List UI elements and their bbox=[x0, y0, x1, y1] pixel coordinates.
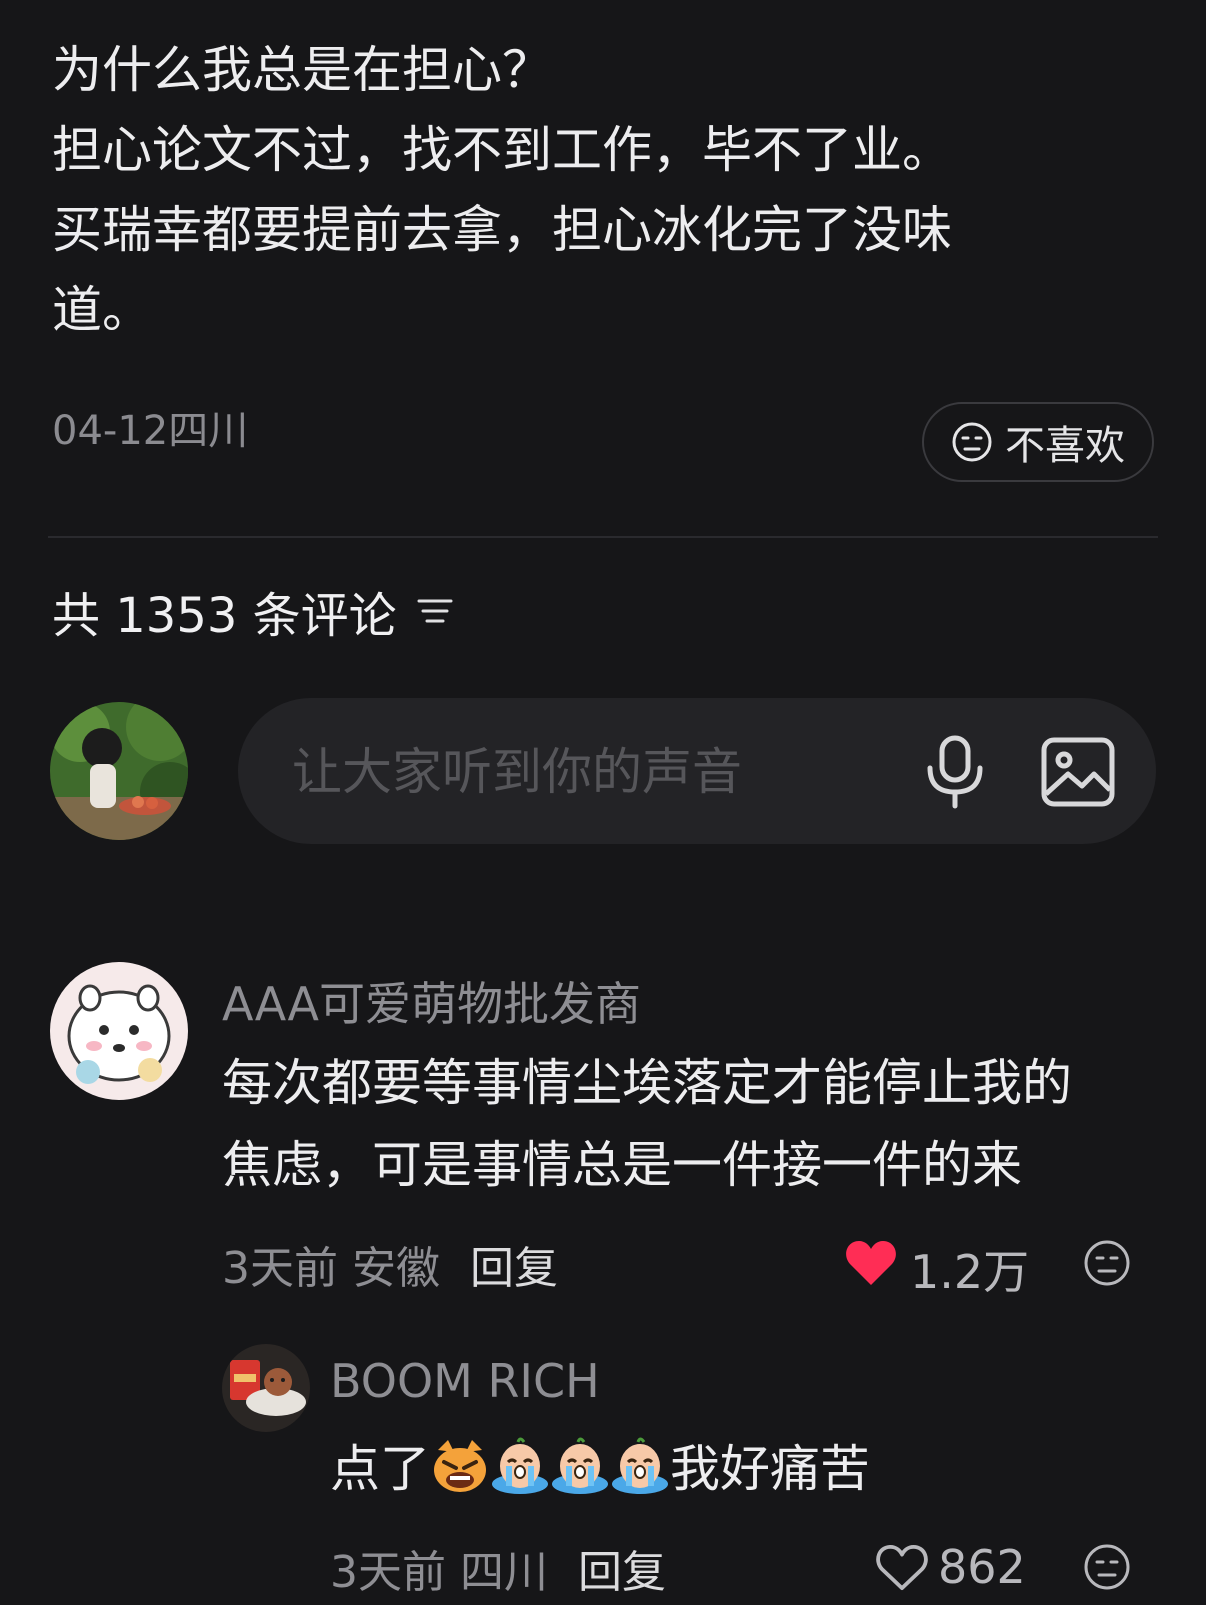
comments-header: 共 1353 条评论 bbox=[52, 576, 455, 646]
reply-meta: 3天前 四川 回复 bbox=[330, 1536, 666, 1600]
commenter-avatar[interactable] bbox=[50, 962, 188, 1100]
dislike-label: 不喜欢 bbox=[1005, 423, 1125, 469]
post-date-location: 04-12四川 bbox=[52, 408, 249, 454]
reply-button[interactable]: 回复 bbox=[578, 1547, 666, 1598]
post-text-line: 买瑞幸都要提前去拿，担心冰化完了没味 bbox=[52, 201, 952, 259]
commenter-username[interactable]: AAA可爱萌物批发商 bbox=[222, 968, 641, 1034]
reply-like-count: 862 bbox=[938, 1540, 1026, 1594]
reply-button[interactable]: 回复 bbox=[470, 1243, 558, 1294]
reply-username[interactable]: BOOM RICH bbox=[330, 1354, 600, 1408]
comment-text-line: 每次都要等事情尘埃落定才能停止我的 bbox=[222, 1054, 1072, 1112]
crying-emoji-icon bbox=[612, 1437, 668, 1494]
heart-outline-icon[interactable] bbox=[876, 1544, 928, 1592]
comment-composer bbox=[238, 698, 1156, 846]
angry-cat-emoji-icon bbox=[434, 1440, 486, 1492]
reply-avatar[interactable] bbox=[222, 1344, 310, 1432]
heart-filled-icon[interactable] bbox=[844, 1238, 898, 1288]
divider bbox=[48, 536, 1158, 538]
neutral-face-icon[interactable] bbox=[1082, 1238, 1132, 1288]
image-upload-icon[interactable] bbox=[1040, 734, 1116, 810]
crying-emoji-icon bbox=[492, 1437, 548, 1494]
reply-time-location: 3天前 四川 bbox=[330, 1547, 548, 1598]
post-text-line: 道。 bbox=[52, 281, 152, 339]
comment-count: 共 1353 条评论 bbox=[52, 588, 397, 644]
neutral-face-icon[interactable] bbox=[1082, 1542, 1132, 1592]
current-user-avatar[interactable] bbox=[50, 702, 188, 840]
neutral-face-icon bbox=[952, 422, 992, 462]
crying-emoji-icon bbox=[552, 1437, 608, 1494]
reply-text-prefix: 点了 bbox=[330, 1440, 430, 1498]
post-text-line: 为什么我总是在担心？ bbox=[52, 41, 552, 99]
dislike-button[interactable]: 不喜欢 bbox=[922, 402, 1154, 482]
reply-text: 点了 我好痛苦 bbox=[330, 1428, 870, 1510]
like-count: 1.2万 bbox=[910, 1245, 1030, 1299]
comment-input[interactable] bbox=[290, 698, 854, 846]
post-body: 为什么我总是在担心？ 担心论文不过，找不到工作，毕不了业。 买瑞幸都要提前去拿，… bbox=[52, 30, 1162, 350]
post-text-line: 担心论文不过，找不到工作，毕不了业。 bbox=[52, 121, 952, 179]
sort-filter-icon[interactable] bbox=[415, 593, 455, 629]
comment-text-line: 焦虑，可是事情总是一件接一件的来 bbox=[222, 1136, 1022, 1194]
microphone-icon[interactable] bbox=[922, 734, 988, 810]
reply-text-suffix: 我好痛苦 bbox=[670, 1440, 870, 1498]
comment-time-location: 3天前 安徽 bbox=[222, 1243, 440, 1294]
comment-meta: 3天前 安徽 回复 bbox=[222, 1232, 558, 1296]
